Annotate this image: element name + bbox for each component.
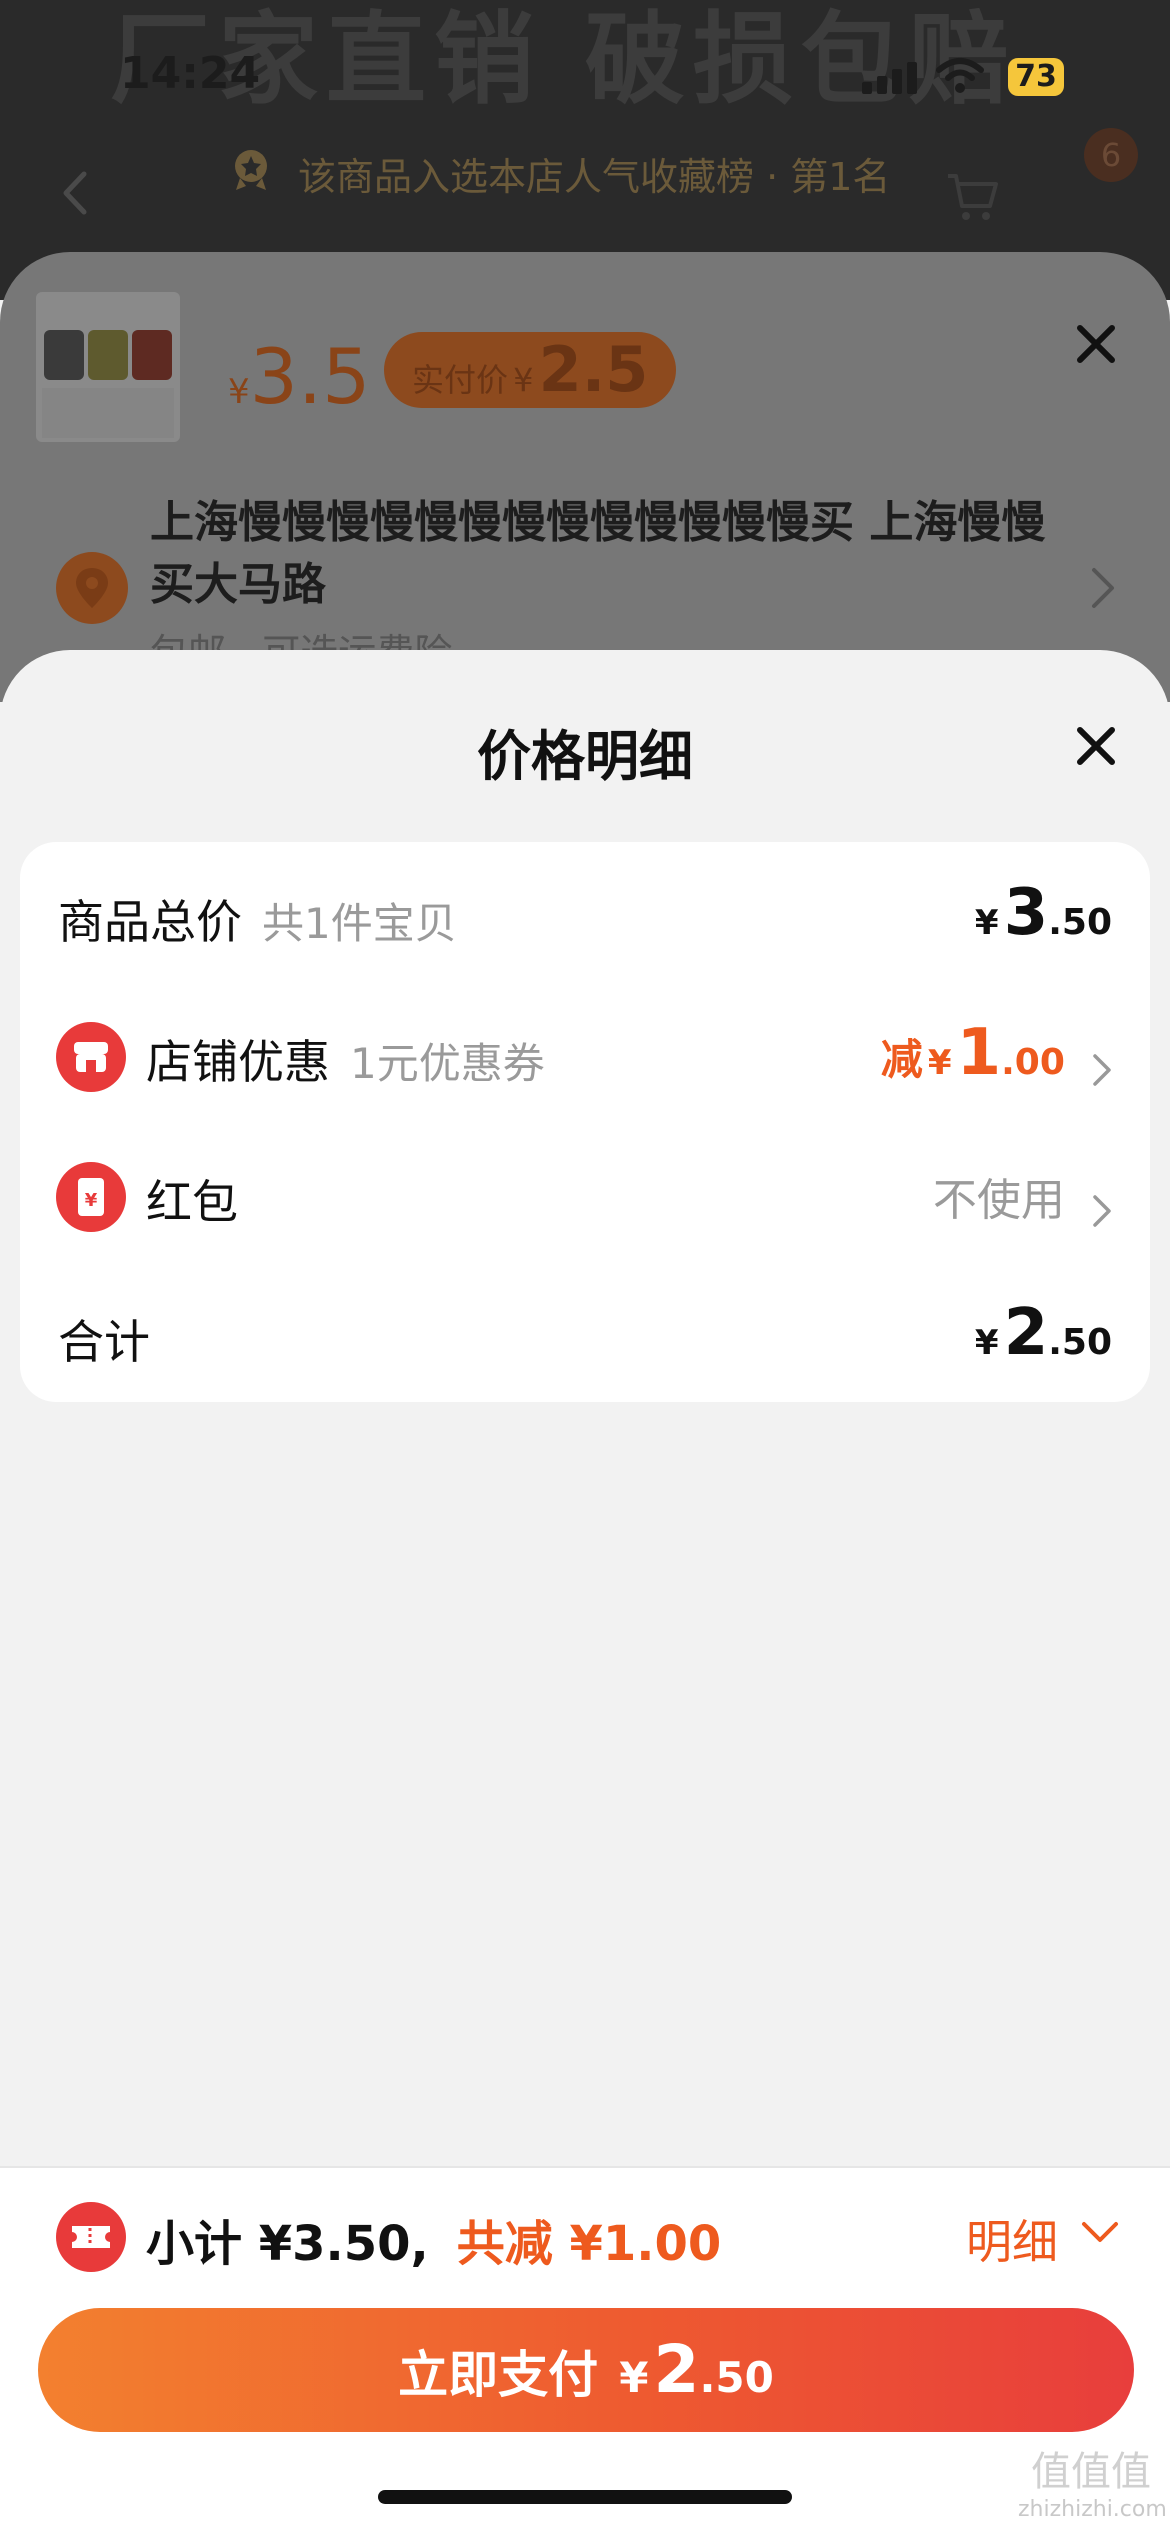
pay-currency: ¥ [619, 2353, 649, 2402]
amount-currency: ¥ [927, 1043, 952, 1083]
watermark-domain: zhizhizhi.com [1018, 2497, 1167, 2522]
amount-integer: 2 [1003, 1296, 1049, 1370]
shop-icon [56, 1022, 126, 1092]
cart-count-badge: 6 [1084, 128, 1138, 182]
total-row: 合计 ¥ 2.50 [20, 1262, 1150, 1402]
red-packet-status: 不使用 [932, 1175, 1065, 1226]
amount-decimal: .00 [1001, 1042, 1065, 1083]
back-icon[interactable] [60, 170, 88, 216]
total-reduction: 共减 ¥1.00 [456, 2216, 722, 2272]
pay-now-label: 立即支付 [398, 2346, 599, 2404]
product-price: ¥3.5 [228, 332, 371, 421]
actual-pay-currency: ¥ [513, 361, 534, 399]
close-icon[interactable] [1072, 722, 1120, 770]
amount-currency: ¥ [974, 903, 999, 943]
pay-integer: 2 [653, 2331, 700, 2408]
checkout-bar: 小计 ¥3.50, 共减 ¥1.00 明细 立即支付 ¥ 2.50 [0, 2166, 1170, 2532]
actual-pay-pill: 实付价 ¥ 2.5 [384, 332, 676, 408]
jar-graphic [44, 330, 84, 380]
pay-decimal: .50 [699, 2353, 774, 2402]
total-amount: ¥ 2.50 [975, 1296, 1112, 1370]
battery-indicator: 73 [1008, 58, 1064, 96]
subtotal-summary: 小计 ¥3.50, 共减 ¥1.00 [146, 2204, 721, 2274]
price-value: 3.5 [249, 332, 371, 421]
chevron-down-icon[interactable] [1080, 2220, 1120, 2246]
chevron-right-icon[interactable] [1090, 566, 1116, 610]
close-icon[interactable] [1072, 320, 1120, 368]
price-detail-card: 商品总价 共1件宝贝 ¥ 3.50 店铺优惠 1元优惠券 减 ¥ 1.00 ¥ … [20, 842, 1150, 1402]
amount-integer: 3 [1003, 876, 1049, 950]
shop-discount-row[interactable]: 店铺优惠 1元优惠券 减 ¥ 1.00 [20, 982, 1150, 1122]
rank-notice-text: 该商品入选本店人气收藏榜 · 第1名 [298, 155, 891, 199]
pay-now-button[interactable]: 立即支付 ¥ 2.50 [38, 2308, 1134, 2432]
red-packet-icon: ¥ [56, 1162, 126, 1232]
rank-notice: 该商品入选本店人气收藏榜 · 第1名 [228, 146, 890, 201]
amount-integer: 1 [956, 1016, 1002, 1090]
cart-icon[interactable] [944, 168, 1000, 224]
amount-decimal: .50 [1048, 902, 1112, 943]
reduce-prefix: 减 [880, 1035, 923, 1084]
shop-discount-amount: 减 ¥ 1.00 [881, 1016, 1112, 1090]
chevron-right-icon [1093, 1194, 1111, 1227]
total-label: 合计 [58, 1315, 150, 1369]
watermark-glyphs: 值值值 [1031, 2449, 1151, 2495]
ticket-icon [56, 2202, 126, 2272]
thumbnail-header-graphic [36, 296, 180, 316]
jar-graphic [132, 330, 172, 380]
product-thumbnail[interactable] [36, 292, 180, 442]
subtotal-text: 小计 ¥3.50, [146, 2216, 429, 2272]
svg-text:¥: ¥ [85, 1190, 98, 1211]
medal-icon [235, 150, 267, 190]
status-time: 14:24 [120, 48, 261, 99]
home-indicator [378, 2490, 792, 2504]
detail-toggle-button[interactable]: 明细 [966, 2206, 1058, 2272]
watermark: 值值值 zhizhizhi.com [1018, 2448, 1167, 2524]
amount-currency: ¥ [974, 1323, 999, 1363]
chevron-right-icon [1093, 1053, 1111, 1086]
coupon-name: 1元优惠券 [350, 1039, 545, 1088]
item-count: 共1件宝贝 [262, 899, 457, 948]
goods-total-label: 商品总价 [58, 895, 242, 949]
red-packet-label: 红包 [146, 1175, 238, 1229]
shop-discount-label-group: 店铺优惠 1元优惠券 [146, 1026, 545, 1092]
red-packet-value: 不使用 [933, 1164, 1112, 1228]
sheet-title: 价格明细 [477, 725, 693, 788]
price-currency: ¥ [228, 372, 250, 412]
location-icon [56, 552, 128, 624]
product-summary-card: ¥3.5 实付价 ¥ 2.5 上海慢慢慢慢慢慢慢慢慢慢慢慢慢买 上海慢慢买大马路… [0, 252, 1170, 702]
actual-pay-value: 2.5 [538, 333, 649, 406]
jar-graphic [88, 330, 128, 380]
goods-total-amount: ¥ 3.50 [975, 876, 1112, 950]
amount-decimal: .50 [1048, 1322, 1112, 1363]
wifi-icon [936, 58, 984, 93]
red-packet-row[interactable]: ¥ 红包 不使用 [20, 1122, 1150, 1262]
thumbnail-table-graphic [42, 388, 174, 438]
signal-icon [862, 60, 918, 94]
goods-total-row: 商品总价 共1件宝贝 ¥ 3.50 [20, 842, 1150, 982]
goods-total-label-group: 商品总价 共1件宝贝 [58, 886, 457, 952]
actual-pay-label: 实付价 [412, 361, 509, 399]
delivery-address[interactable]: 上海慢慢慢慢慢慢慢慢慢慢慢慢慢买 上海慢慢买大马路 [150, 492, 1070, 616]
shop-discount-label: 店铺优惠 [146, 1035, 330, 1089]
